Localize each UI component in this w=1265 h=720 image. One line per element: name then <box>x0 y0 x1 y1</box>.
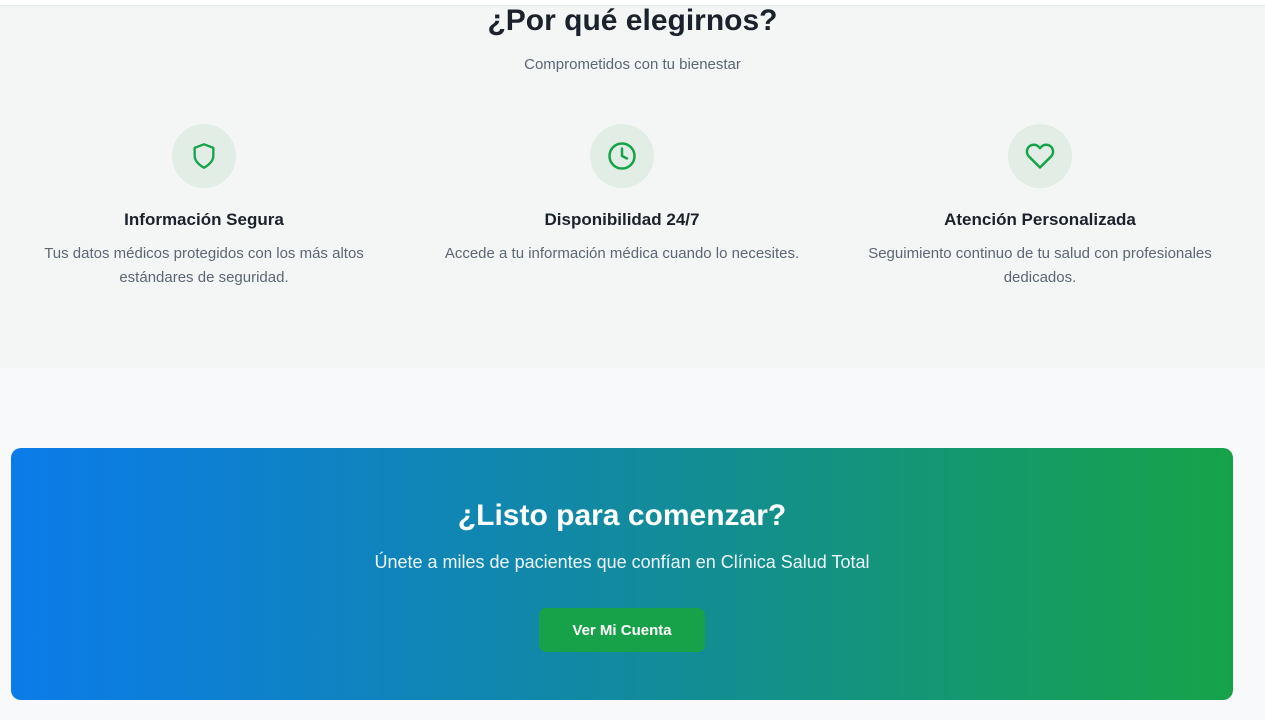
feature-icon-circle <box>590 124 654 188</box>
cta-subtitle: Únete a miles de pacientes que confían e… <box>374 552 870 572</box>
feature-description: Tus datos médicos protegidos con los más… <box>44 245 364 286</box>
feature-secure-info: Información Segura Tus datos médicos pro… <box>4 124 404 290</box>
section-subtitle: Comprometidos con tu bienestar <box>524 56 741 73</box>
feature-description: Seguimiento continuo de tu salud con pro… <box>868 245 1212 286</box>
feature-availability: Disponibilidad 24/7 Accede a tu informac… <box>422 124 822 266</box>
feature-personalized-care: Atención Personalizada Seguimiento conti… <box>840 124 1240 290</box>
feature-title: Información Segura <box>124 210 284 229</box>
cta-title: ¿Listo para comenzar? <box>457 499 787 532</box>
feature-icon-circle <box>1008 124 1072 188</box>
clock-icon <box>608 142 636 170</box>
view-account-button[interactable]: Ver Mi Cuenta <box>539 608 705 652</box>
cta-banner: ¿Listo para comenzar? Únete a miles de p… <box>11 448 1233 700</box>
feature-title: Atención Personalizada <box>944 210 1136 229</box>
feature-icon-circle <box>172 124 236 188</box>
why-choose-us-section: ¿Por qué elegirnos? Comprometidos con tu… <box>0 6 1265 368</box>
heart-icon <box>1025 143 1055 169</box>
section-title: ¿Por qué elegirnos? <box>487 4 778 37</box>
feature-title: Disponibilidad 24/7 <box>544 210 700 229</box>
feature-description: Accede a tu información médica cuando lo… <box>444 245 800 262</box>
shield-icon <box>193 143 215 169</box>
